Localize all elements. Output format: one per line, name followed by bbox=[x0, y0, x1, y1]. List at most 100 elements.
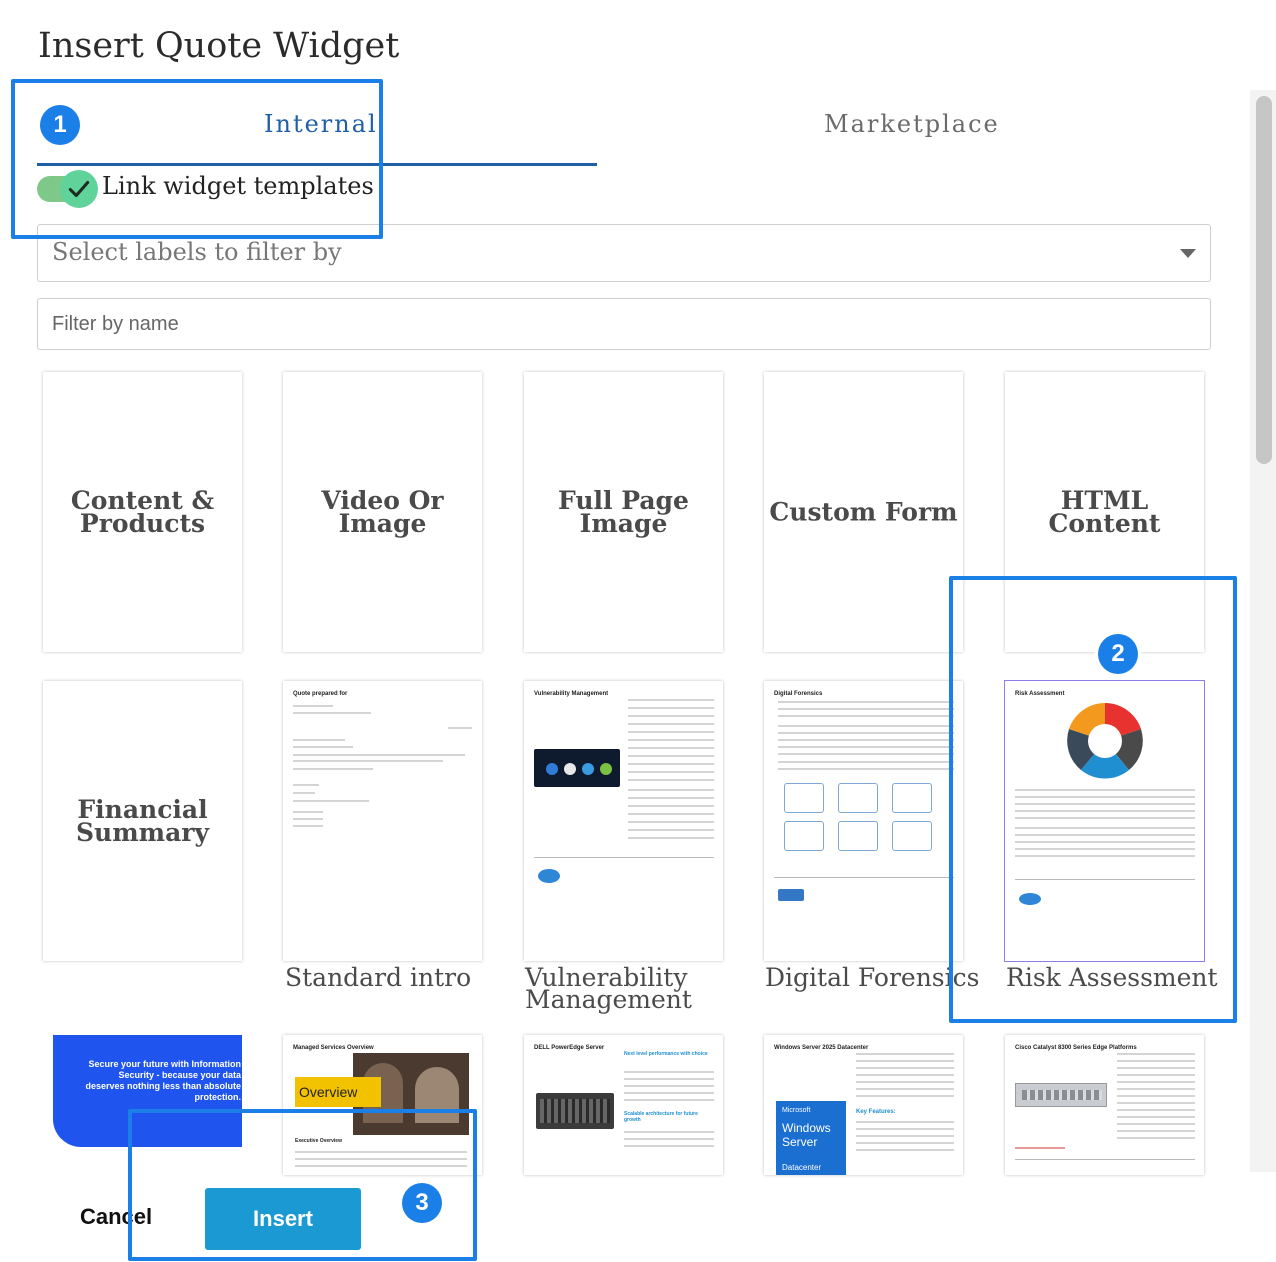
doc-line bbox=[856, 1088, 954, 1090]
chevron-down-icon[interactable] bbox=[1180, 249, 1196, 258]
doc-line bbox=[1117, 1116, 1195, 1118]
doc-line bbox=[778, 761, 954, 763]
card-title: HTML Content bbox=[1048, 486, 1161, 538]
doc-line bbox=[1117, 1109, 1195, 1111]
doc-line bbox=[1117, 1074, 1195, 1076]
doc-line bbox=[628, 739, 714, 741]
widget-card-vulnerability-management[interactable]: Vulnerability Management bbox=[524, 681, 723, 961]
label-filter-placeholder: Select labels to filter by bbox=[52, 238, 342, 266]
doc-line bbox=[1117, 1088, 1195, 1090]
doc-line bbox=[778, 708, 954, 710]
doc-line bbox=[778, 715, 954, 717]
doc-line bbox=[293, 811, 323, 813]
doc-title: Cisco Catalyst 8300 Series Edge Platform… bbox=[1015, 1045, 1137, 1051]
widget-card-content-products[interactable]: Content & Products bbox=[43, 372, 242, 652]
doc-line bbox=[628, 789, 714, 791]
table-divider bbox=[1015, 1159, 1195, 1160]
dialog-title: Insert Quote Widget bbox=[38, 26, 400, 66]
doc-line bbox=[293, 705, 333, 707]
widget-card-windows-server[interactable]: Windows Server 2025 Datacenter Microsoft… bbox=[764, 1035, 963, 1175]
doc-line bbox=[628, 699, 714, 701]
scrollbar-thumb[interactable] bbox=[1256, 96, 1272, 464]
doc-line bbox=[778, 768, 954, 770]
highlight-box-tabs bbox=[11, 79, 383, 239]
doc-line bbox=[1015, 1147, 1065, 1149]
doc-title: DELL PowerEdge Server bbox=[534, 1045, 605, 1051]
doc-line bbox=[856, 1081, 954, 1083]
doc-line bbox=[628, 797, 714, 799]
doc-line bbox=[628, 763, 714, 765]
doc-line bbox=[628, 813, 714, 815]
doc-line bbox=[1117, 1102, 1195, 1104]
doc-line bbox=[856, 1142, 954, 1144]
card-caption-vulnerability-management: Vulnerability Management bbox=[525, 963, 692, 1014]
doc-line bbox=[778, 739, 954, 741]
widget-card-dell-poweredge[interactable]: DELL PowerEdge Server Next level perform… bbox=[524, 1035, 723, 1175]
doc-line bbox=[1117, 1060, 1195, 1062]
table-divider bbox=[774, 877, 954, 878]
card-caption-standard-intro: Standard intro bbox=[285, 963, 472, 992]
doc-line bbox=[624, 1092, 714, 1094]
doc-heading: Next level performance with choice bbox=[624, 1051, 708, 1057]
doc-line bbox=[293, 746, 353, 748]
doc-line bbox=[628, 779, 714, 781]
card-title: Custom Form bbox=[769, 497, 958, 527]
doc-line bbox=[293, 739, 345, 741]
server-image bbox=[536, 1093, 614, 1129]
doc-title: Quote prepared for bbox=[293, 691, 348, 697]
doc-line bbox=[856, 1053, 954, 1055]
doc-line bbox=[624, 1078, 714, 1080]
doc-line bbox=[293, 800, 369, 802]
product-logo bbox=[778, 889, 804, 901]
doc-line bbox=[778, 746, 954, 748]
doc-line bbox=[628, 837, 714, 839]
doc-line bbox=[628, 747, 714, 749]
doc-line bbox=[856, 1095, 954, 1097]
router-image bbox=[1015, 1083, 1107, 1107]
widget-card-financial-summary[interactable]: Financial Summary bbox=[43, 681, 242, 961]
doc-line bbox=[778, 732, 954, 734]
widget-card-digital-forensics[interactable]: Digital Forensics bbox=[764, 681, 963, 961]
name-filter-input[interactable] bbox=[37, 298, 1211, 350]
doc-line bbox=[628, 805, 714, 807]
process-diagram bbox=[776, 779, 954, 857]
card-title: Full Page Image bbox=[558, 486, 689, 538]
product-logo bbox=[538, 869, 560, 883]
doc-title: Digital Forensics bbox=[774, 691, 823, 697]
doc-line bbox=[628, 829, 714, 831]
card-title: Video Or Image bbox=[321, 486, 444, 538]
doc-title: Vulnerability Management bbox=[534, 691, 609, 697]
doc-line bbox=[628, 755, 714, 757]
doc-title: Windows Server 2025 Datacenter bbox=[774, 1045, 869, 1051]
widget-card-full-page-image[interactable]: Full Page Image bbox=[524, 372, 723, 652]
doc-line bbox=[856, 1060, 954, 1062]
doc-image bbox=[534, 749, 620, 787]
doc-line bbox=[624, 1099, 714, 1101]
doc-line bbox=[293, 760, 443, 762]
widget-card-standard-intro[interactable]: Quote prepared for bbox=[283, 681, 482, 961]
doc-line bbox=[293, 784, 319, 786]
doc-line bbox=[778, 725, 954, 727]
widget-card-cisco-catalyst[interactable]: Cisco Catalyst 8300 Series Edge Platform… bbox=[1005, 1035, 1204, 1175]
card-title: Content & Products bbox=[70, 486, 215, 538]
widget-card-custom-form[interactable]: Custom Form bbox=[764, 372, 963, 652]
doc-line bbox=[856, 1128, 954, 1130]
card-caption-digital-forensics: Digital Forensics bbox=[765, 963, 980, 992]
doc-line bbox=[624, 1138, 714, 1140]
doc-line bbox=[856, 1149, 954, 1151]
table-divider bbox=[534, 857, 714, 858]
doc-line bbox=[778, 701, 954, 703]
doc-line bbox=[628, 707, 714, 709]
doc-line bbox=[1117, 1095, 1195, 1097]
doc-line bbox=[628, 821, 714, 823]
doc-line bbox=[293, 818, 323, 820]
widget-card-video-image[interactable]: Video Or Image bbox=[283, 372, 482, 652]
step-badge-2: 2 bbox=[1098, 634, 1138, 674]
features-heading: Key Features: bbox=[856, 1109, 896, 1115]
doc-line bbox=[624, 1085, 714, 1087]
doc-line bbox=[1117, 1067, 1195, 1069]
doc-line bbox=[624, 1131, 714, 1133]
doc-line bbox=[293, 712, 371, 714]
tab-marketplace[interactable]: Marketplace bbox=[824, 110, 1000, 138]
highlight-box-risk-assessment bbox=[949, 576, 1237, 1023]
